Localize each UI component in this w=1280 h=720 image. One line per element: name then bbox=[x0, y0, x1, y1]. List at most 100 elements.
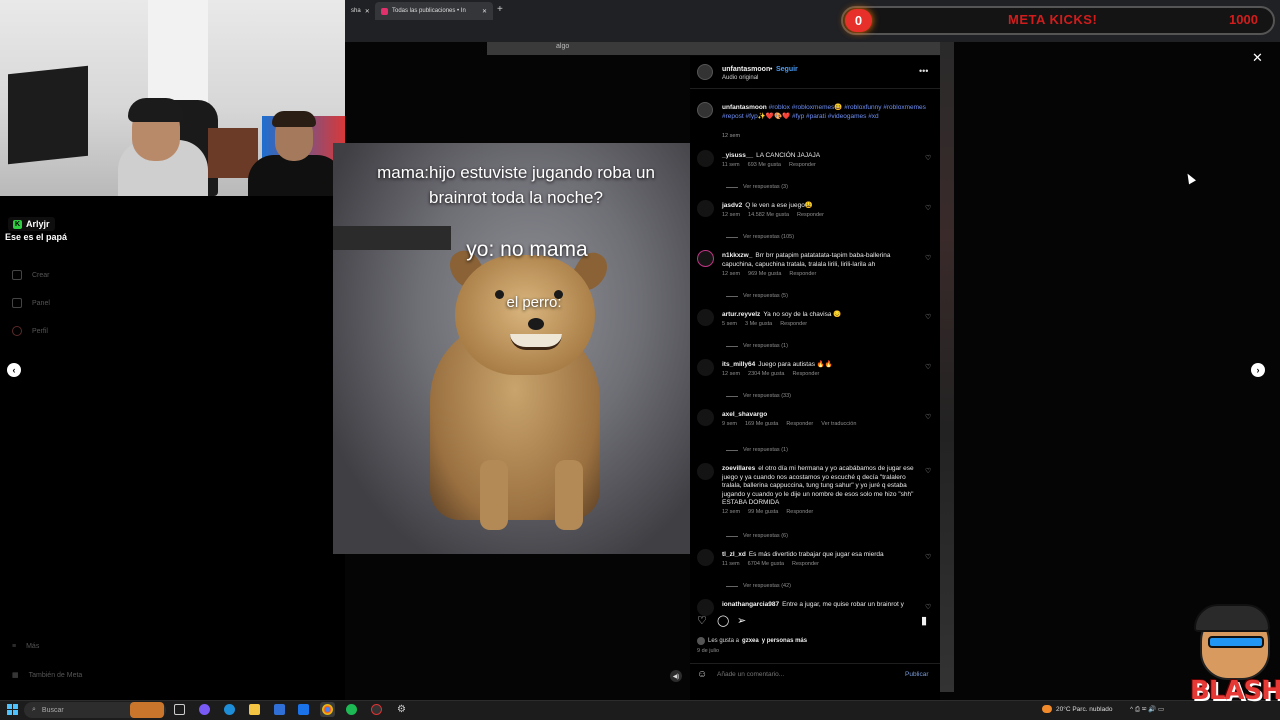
comment-reply[interactable]: Responder bbox=[786, 421, 813, 427]
caption-avatar[interactable] bbox=[697, 102, 713, 118]
publish-button[interactable]: Publicar bbox=[905, 671, 928, 678]
comment-likes[interactable]: 693 Me gusta bbox=[748, 162, 781, 168]
comment-likes[interactable]: 2304 Me gusta bbox=[748, 371, 784, 377]
likes-user[interactable]: gzxea bbox=[742, 638, 759, 644]
audio-label[interactable]: Audio original bbox=[722, 75, 758, 81]
more-icon[interactable]: ••• bbox=[919, 66, 928, 76]
copilot-icon[interactable] bbox=[199, 704, 210, 715]
view-replies-button[interactable]: Ver respuestas (105) bbox=[726, 234, 794, 240]
comment-avatar[interactable] bbox=[697, 150, 714, 167]
tab-close-icon[interactable]: ✕ bbox=[365, 8, 370, 15]
comment-icon[interactable]: ◯ bbox=[717, 614, 729, 627]
comment-likes[interactable]: 99 Me gusta bbox=[748, 509, 778, 515]
comment-like-icon[interactable]: ♡ bbox=[925, 313, 931, 321]
comment-reply[interactable]: Responder bbox=[789, 162, 816, 168]
comment-avatar[interactable] bbox=[697, 359, 714, 376]
view-replies-label: Ver respuestas (1) bbox=[743, 343, 788, 349]
comment-input[interactable] bbox=[717, 671, 887, 678]
view-replies-button[interactable]: Ver respuestas (33) bbox=[726, 393, 791, 399]
comment-like-icon[interactable]: ♡ bbox=[925, 603, 931, 611]
previous-post-button[interactable]: ‹ bbox=[7, 363, 21, 377]
comment-reply[interactable]: Responder bbox=[792, 371, 819, 377]
bookmark-icon[interactable]: ▮ bbox=[921, 614, 927, 627]
heart-icon[interactable]: ♡ bbox=[697, 614, 707, 627]
comment-like-icon[interactable]: ♡ bbox=[925, 467, 931, 475]
comment-like-icon[interactable]: ♡ bbox=[925, 363, 931, 371]
author-username[interactable]: unfantasmoon bbox=[722, 66, 770, 73]
edge-icon[interactable] bbox=[224, 704, 235, 715]
comment-like-icon[interactable]: ♡ bbox=[925, 413, 931, 421]
comment-likes[interactable]: 6704 Me gusta bbox=[748, 561, 784, 567]
file-explorer-icon[interactable] bbox=[249, 704, 260, 715]
likes-summary[interactable]: Les gusta a gzxea y personas más bbox=[697, 637, 807, 645]
share-icon[interactable]: ➢ bbox=[737, 614, 746, 627]
comment-like-icon[interactable]: ♡ bbox=[925, 254, 931, 262]
taskbar-weather[interactable]: 20°C Parc. nublado bbox=[1042, 705, 1112, 713]
comment-reply[interactable]: Responder bbox=[789, 271, 816, 277]
task-view-icon[interactable] bbox=[174, 704, 185, 715]
chrome-icon[interactable] bbox=[322, 704, 333, 715]
comment-username[interactable]: n1kkxzw_ bbox=[722, 252, 752, 259]
comment-likes[interactable]: 969 Me gusta bbox=[748, 271, 781, 277]
view-replies-button[interactable]: Ver respuestas (1) bbox=[726, 343, 788, 349]
system-tray[interactable]: ^ ⎙ ✉ 🔊 ▭ bbox=[1130, 705, 1164, 714]
comment-username[interactable]: ionathangarcia987 bbox=[722, 601, 779, 608]
view-replies-button[interactable]: Ver respuestas (1) bbox=[726, 447, 788, 453]
comment-like-icon[interactable]: ♡ bbox=[925, 204, 931, 212]
comment-reply[interactable]: Responder bbox=[780, 321, 807, 327]
caption-username[interactable]: unfantasmoon bbox=[722, 104, 767, 111]
settings-icon[interactable]: ⚙ bbox=[396, 704, 407, 715]
page-strip-label: algo bbox=[556, 43, 570, 50]
close-icon[interactable]: ✕ bbox=[1252, 50, 1263, 66]
sidebar-item-also-from-meta[interactable]: ▦ También de Meta bbox=[12, 671, 82, 680]
next-post-button[interactable]: › bbox=[1251, 363, 1265, 377]
new-tab-button[interactable]: + bbox=[497, 4, 503, 15]
comment-username[interactable]: its_milly64 bbox=[722, 361, 755, 368]
obs-icon[interactable] bbox=[371, 704, 382, 715]
post-actions: ♡ ◯ ➢ ▮ bbox=[697, 614, 933, 628]
view-replies-label: Ver respuestas (105) bbox=[743, 234, 795, 240]
spotify-icon[interactable] bbox=[346, 704, 357, 715]
store-icon[interactable] bbox=[274, 704, 285, 715]
comment-username[interactable]: jasdv2 bbox=[722, 202, 742, 209]
comment-avatar[interactable] bbox=[697, 463, 714, 480]
view-replies-button[interactable]: Ver respuestas (6) bbox=[726, 533, 788, 539]
comment-username[interactable]: tl_zl_xd bbox=[722, 551, 746, 558]
view-replies-button[interactable]: Ver respuestas (3) bbox=[726, 184, 788, 190]
mute-icon[interactable]: ◀) bbox=[670, 670, 682, 682]
browser-tab-active[interactable]: Todas las publicaciones • In ✕ bbox=[375, 2, 493, 20]
comment-likes[interactable]: 14.582 Me gusta bbox=[748, 212, 789, 218]
outlook-icon[interactable] bbox=[298, 704, 309, 715]
author-avatar[interactable] bbox=[697, 64, 713, 80]
comment-likes[interactable]: 169 Me gusta bbox=[745, 421, 778, 427]
comment-username[interactable]: _yisuss__ bbox=[722, 152, 753, 159]
comment-avatar[interactable] bbox=[697, 250, 714, 267]
comment-like-icon[interactable]: ♡ bbox=[925, 553, 931, 561]
comment-avatar[interactable] bbox=[697, 549, 714, 566]
sidebar-item-more[interactable]: ≡ Más bbox=[12, 643, 39, 650]
follow-button[interactable]: Seguir bbox=[776, 66, 798, 73]
comment-meta: 11 sem 6704 Me gusta Responder bbox=[722, 561, 819, 567]
tab-close-icon[interactable]: ✕ bbox=[482, 8, 487, 15]
likes-suffix[interactable]: y personas más bbox=[762, 638, 807, 644]
comment-like-icon[interactable]: ♡ bbox=[925, 154, 931, 162]
emoji-icon[interactable]: ☺ bbox=[697, 669, 707, 680]
comment-avatar[interactable] bbox=[697, 409, 714, 426]
windows-start-icon[interactable] bbox=[7, 704, 18, 715]
comment-reply[interactable]: Responder bbox=[797, 212, 824, 218]
comment-username[interactable]: zoevillares bbox=[722, 465, 755, 472]
sidebar-item-panel[interactable]: Panel bbox=[12, 298, 50, 308]
comment-reply[interactable]: Responder bbox=[786, 509, 813, 515]
comment-extra[interactable]: Ver traducción bbox=[821, 421, 856, 427]
sidebar-item-profile[interactable]: Perfil bbox=[12, 326, 48, 336]
browser-tab-previous[interactable]: sha ✕ bbox=[345, 2, 373, 20]
comment-avatar[interactable] bbox=[697, 309, 714, 326]
view-replies-button[interactable]: Ver respuestas (42) bbox=[726, 583, 791, 589]
comment-username[interactable]: artur.reyvelz bbox=[722, 311, 760, 318]
sidebar-item-create[interactable]: Crear bbox=[12, 270, 50, 280]
comment-avatar[interactable] bbox=[697, 200, 714, 217]
comment-likes[interactable]: 3 Me gusta bbox=[745, 321, 772, 327]
comment-reply[interactable]: Responder bbox=[792, 561, 819, 567]
view-replies-button[interactable]: Ver respuestas (5) bbox=[726, 293, 788, 299]
comment-username[interactable]: axel_shavargo bbox=[722, 411, 767, 418]
